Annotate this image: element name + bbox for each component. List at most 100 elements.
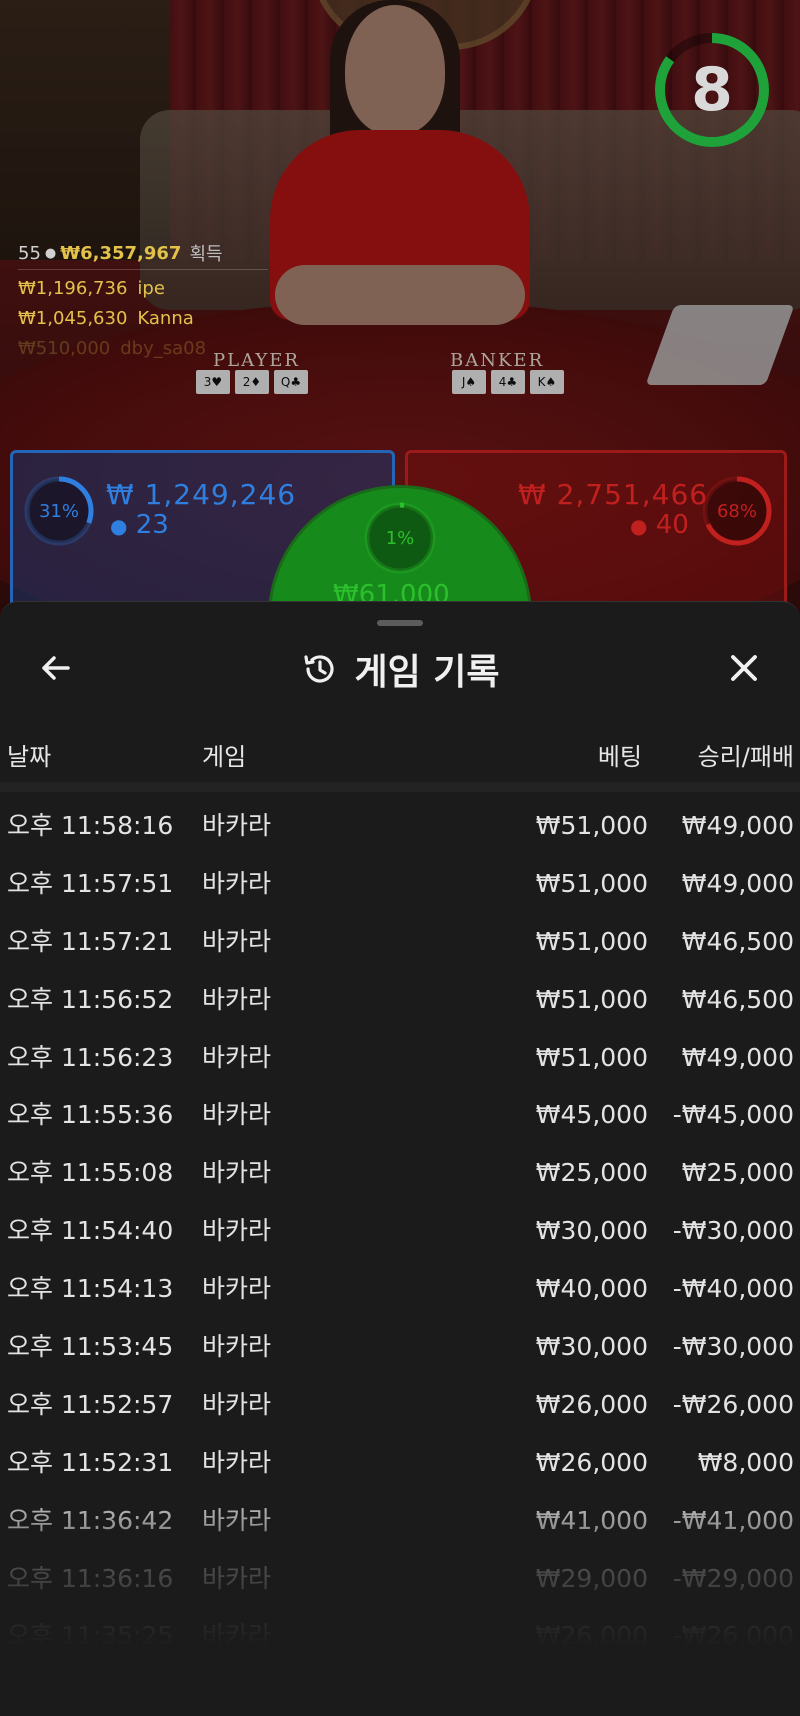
tie-percent: 1% <box>385 527 415 549</box>
cell-date: 오후 11:52:57 <box>7 1389 174 1419</box>
table-row[interactable]: 오후 11:52:31 바카라 ₩26,000 ₩8,000 <box>0 1434 800 1492</box>
cell-game: 바카라 <box>202 868 272 898</box>
cell-game: 바카라 <box>202 926 272 956</box>
cell-date: 오후 11:57:21 <box>7 926 174 956</box>
winners-panel: 55 ● ₩6,357,967 획득 ₩1,196,736 ipe ₩1,045… <box>18 240 278 363</box>
cell-date: 오후 11:36:42 <box>7 1505 174 1535</box>
player-bet-amount: ₩ 1,249,246 <box>106 478 297 511</box>
cell-bet: ₩51,000 <box>535 926 648 956</box>
cell-game: 바카라 <box>202 1447 272 1477</box>
table-row[interactable]: 오후 11:57:21 바카라 ₩51,000 ₩46,500 <box>0 913 800 971</box>
live-video: PLAYER BANKER 3♥ 2♦ Q♣ J♠ 4♣ K♠ 8 55 ● ₩… <box>0 0 800 620</box>
table-row[interactable]: 오후 11:52:57 바카라 ₩26,000 -₩26,000 <box>0 1376 800 1434</box>
winners-total-amount: ₩6,357,967 <box>60 242 182 264</box>
winner-amount: ₩1,045,630 <box>18 307 128 329</box>
cell-date: 오후 11:56:23 <box>7 1042 174 1072</box>
table-row[interactable]: 오후 11:55:36 바카라 ₩45,000 -₩45,000 <box>0 1086 800 1144</box>
cell-result: -₩29,000 <box>672 1563 794 1593</box>
column-header-date: 날짜 <box>7 743 52 771</box>
cell-bet: ₩51,000 <box>535 868 648 898</box>
winner-name: Kanna <box>137 307 194 329</box>
cell-game: 바카라 <box>202 1216 272 1246</box>
table-row[interactable]: 오후 11:56:52 바카라 ₩51,000 ₩46,500 <box>0 971 800 1029</box>
cell-game: 바카라 <box>202 1100 272 1130</box>
cell-result: ₩49,000 <box>681 868 794 898</box>
winners-total: 55 ● ₩6,357,967 획득 <box>18 240 278 266</box>
table-row[interactable]: 오후 11:36:42 바카라 ₩41,000 -₩41,000 <box>0 1492 800 1550</box>
cell-bet: ₩51,000 <box>535 984 648 1014</box>
cell-result: ₩25,000 <box>681 1158 794 1188</box>
table-row[interactable]: 오후 11:54:40 바카라 ₩30,000 -₩30,000 <box>0 1202 800 1260</box>
history-icon <box>304 655 335 683</box>
cell-result: ₩46,500 <box>681 926 794 956</box>
cell-date: 오후 11:53:45 <box>7 1332 174 1362</box>
table-row[interactable]: 오후 11:36:16 바카라 ₩29,000 -₩29,000 <box>0 1550 800 1608</box>
cell-game: 바카라 <box>202 1563 272 1593</box>
cell-result: -₩45,000 <box>672 1100 794 1130</box>
cell-game: 바카라 <box>202 1505 272 1535</box>
table-row[interactable]: 오후 11:54:13 바카라 ₩40,000 -₩40,000 <box>0 1260 800 1318</box>
player-bettors: ● 23 <box>110 510 169 540</box>
banker-bet-amount: ₩ 2,751,466 <box>518 478 709 511</box>
table-row[interactable]: 오후 11:53:45 바카라 ₩30,000 -₩30,000 <box>0 1318 800 1376</box>
cell-bet: ₩30,000 <box>535 1216 648 1246</box>
cell-date: 오후 11:54:13 <box>7 1274 174 1304</box>
winners-count: 55 <box>18 242 41 264</box>
cell-date: 오후 11:55:36 <box>7 1100 174 1130</box>
winner-amount: ₩510,000 <box>18 337 111 359</box>
table-row[interactable]: 오후 11:35:25 바카라 ₩26,000 -₩26,000 <box>0 1607 800 1665</box>
close-button[interactable] <box>718 642 770 694</box>
cell-date: 오후 11:56:52 <box>7 984 174 1014</box>
cell-game: 바카라 <box>202 984 272 1014</box>
winner-row: ₩510,000 dby_sa08 <box>18 333 278 363</box>
table-row[interactable]: 오후 11:56:23 바카라 ₩51,000 ₩49,000 <box>0 1029 800 1087</box>
cell-result: ₩49,000 <box>681 811 794 840</box>
cell-game: 바카라 <box>202 1042 272 1072</box>
table-row[interactable]: 오후 11:58:16 바카라 ₩51,000 ₩49,000 <box>0 797 800 855</box>
player-bettors-count: 23 <box>135 510 169 540</box>
cell-result: -₩40,000 <box>672 1274 794 1304</box>
cell-result: ₩46,500 <box>681 984 794 1014</box>
column-header-result: 승리/패배 <box>697 743 794 771</box>
cell-result: ₩8,000 <box>697 1447 794 1477</box>
cell-bet: ₩30,000 <box>535 1332 648 1362</box>
cell-bet: ₩26,000 <box>535 1389 648 1419</box>
cell-result: -₩30,000 <box>672 1332 794 1362</box>
cell-date: 오후 11:55:08 <box>7 1158 174 1188</box>
cell-date: 오후 11:58:16 <box>7 811 174 840</box>
cell-bet: ₩41,000 <box>535 1505 648 1535</box>
column-header-game: 게임 <box>202 743 247 771</box>
cell-date: 오후 11:57:51 <box>7 868 174 898</box>
banker-percent: 68% <box>716 500 757 522</box>
cell-bet: ₩51,000 <box>535 811 648 840</box>
cell-bet: ₩29,000 <box>535 1563 648 1593</box>
cell-result: -₩26,000 <box>672 1621 794 1651</box>
table-row[interactable]: 오후 11:55:08 바카라 ₩25,000 ₩25,000 <box>0 1144 800 1202</box>
winner-name: dby_sa08 <box>120 337 207 359</box>
cell-bet: ₩25,000 <box>535 1158 648 1188</box>
countdown-timer: 8 <box>691 55 733 125</box>
winners-total-label: 획득 <box>189 244 223 265</box>
cell-game: 바카라 <box>202 1621 272 1651</box>
cell-game: 바카라 <box>202 811 272 840</box>
cell-game: 바카라 <box>202 1158 272 1188</box>
sheet-header: 게임 기록 <box>0 644 800 694</box>
winner-amount: ₩1,196,736 <box>18 277 128 299</box>
user-icon: ● <box>110 514 128 538</box>
player-percent: 31% <box>38 500 79 522</box>
history-table-body[interactable]: 오후 11:58:16 바카라 ₩51,000 ₩49,000 오후 11:57:51 바… <box>0 797 800 1697</box>
header-divider <box>0 782 800 792</box>
cell-bet: ₩26,000 <box>535 1447 648 1477</box>
cell-date: 오후 11:36:16 <box>7 1563 174 1593</box>
winner-name: ipe <box>137 277 165 299</box>
cell-game: 바카라 <box>202 1332 272 1362</box>
cell-bet: ₩45,000 <box>535 1100 648 1130</box>
cell-result: -₩30,000 <box>672 1216 794 1246</box>
banker-bettors: ● 40 <box>630 510 689 540</box>
cell-result: -₩26,000 <box>672 1389 794 1419</box>
close-icon <box>731 655 757 681</box>
column-header-bet: 베팅 <box>597 743 642 771</box>
cell-date: 오후 11:52:31 <box>7 1447 174 1477</box>
sheet-drag-handle[interactable] <box>377 620 423 626</box>
table-row[interactable]: 오후 11:57:51 바카라 ₩51,000 ₩49,000 <box>0 855 800 913</box>
